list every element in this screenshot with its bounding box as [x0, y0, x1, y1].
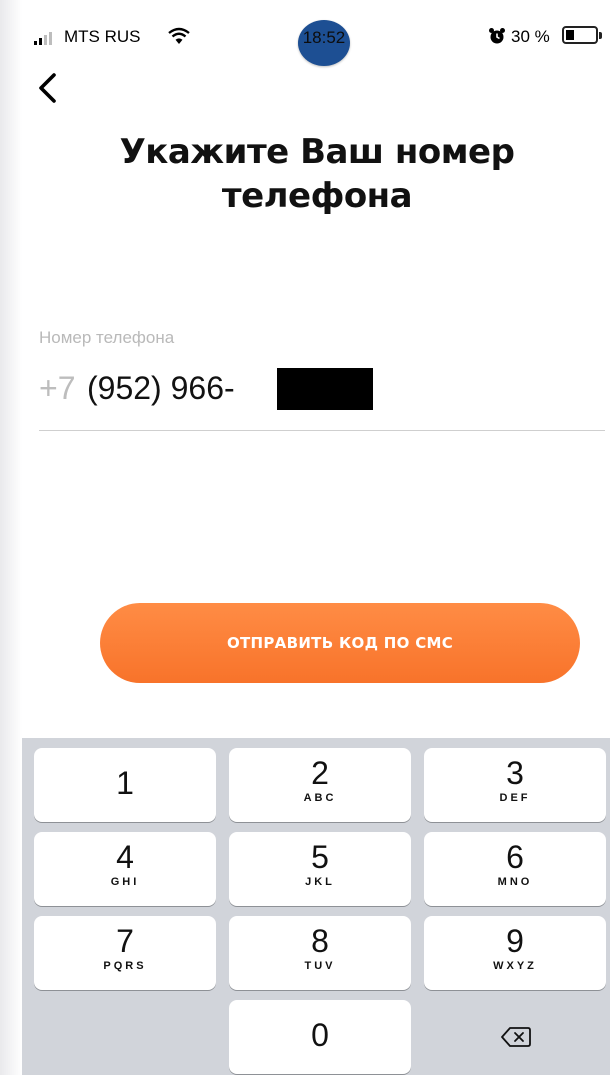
phone-field-label: Номер телефона: [39, 328, 175, 347]
send-sms-code-button[interactable]: ОТПРАВИТЬ КОД ПО СМС: [100, 603, 580, 683]
key-6[interactable]: 6 MNO: [424, 832, 606, 906]
numeric-keyboard: 1 2 ABC 3 DEF 4 GHI 5 JKL 6 MNO 7 PQRS 8…: [22, 738, 610, 1075]
key-digit: 4: [116, 839, 134, 875]
key-3[interactable]: 3 DEF: [424, 748, 606, 822]
wifi-icon: [168, 27, 190, 44]
key-letters: ABC: [303, 792, 337, 804]
phone-number-value: (952) 966-: [87, 370, 235, 406]
signal-icon: [34, 32, 52, 45]
page-title: Укажите Ваш номер телефона: [119, 132, 515, 216]
alarm-icon: [489, 28, 505, 44]
key-1[interactable]: 1: [34, 748, 216, 822]
key-4[interactable]: 4 GHI: [34, 832, 216, 906]
key-letters: MNO: [497, 876, 533, 888]
carrier-name: MTS RUS: [64, 27, 141, 46]
key-digit: 2: [311, 755, 329, 791]
battery-percent: 30 %: [511, 27, 550, 46]
status-bar: MTS RUS 18:52 30 %: [22, 18, 610, 66]
key-0[interactable]: 0: [229, 1000, 411, 1074]
key-letters: JKL: [305, 876, 335, 888]
key-7[interactable]: 7 PQRS: [34, 916, 216, 990]
clock: 18:52: [302, 28, 346, 47]
key-digit: 5: [311, 839, 329, 875]
country-code-prefix: +7: [39, 370, 76, 406]
key-9[interactable]: 9 WXYZ: [424, 916, 606, 990]
key-letters: WXYZ: [493, 960, 537, 972]
key-digit: 6: [506, 839, 524, 875]
key-digit: 9: [506, 923, 524, 959]
key-2[interactable]: 2 ABC: [229, 748, 411, 822]
key-letters: TUV: [304, 960, 336, 972]
key-digit: 1: [116, 765, 134, 801]
chevron-left-icon[interactable]: [34, 70, 62, 106]
key-8[interactable]: 8 TUV: [229, 916, 411, 990]
key-letters: DEF: [499, 792, 531, 804]
key-digit: 8: [311, 923, 329, 959]
key-letters: PQRS: [103, 960, 147, 972]
key-digit: 3: [506, 755, 524, 791]
key-letters: GHI: [110, 876, 140, 888]
key-digit: 7: [116, 923, 134, 959]
delete-key[interactable]: [424, 1000, 606, 1074]
key-digit: 0: [311, 1017, 329, 1053]
key-5[interactable]: 5 JKL: [229, 832, 411, 906]
phone-input[interactable]: +7 (952) 966-: [39, 368, 605, 431]
battery-icon: [562, 26, 602, 44]
backspace-icon: [501, 1027, 531, 1047]
redaction-box: [277, 368, 373, 410]
phone-screen: MTS RUS 18:52 30 % Укажите Ваш номер тел…: [22, 18, 610, 1075]
